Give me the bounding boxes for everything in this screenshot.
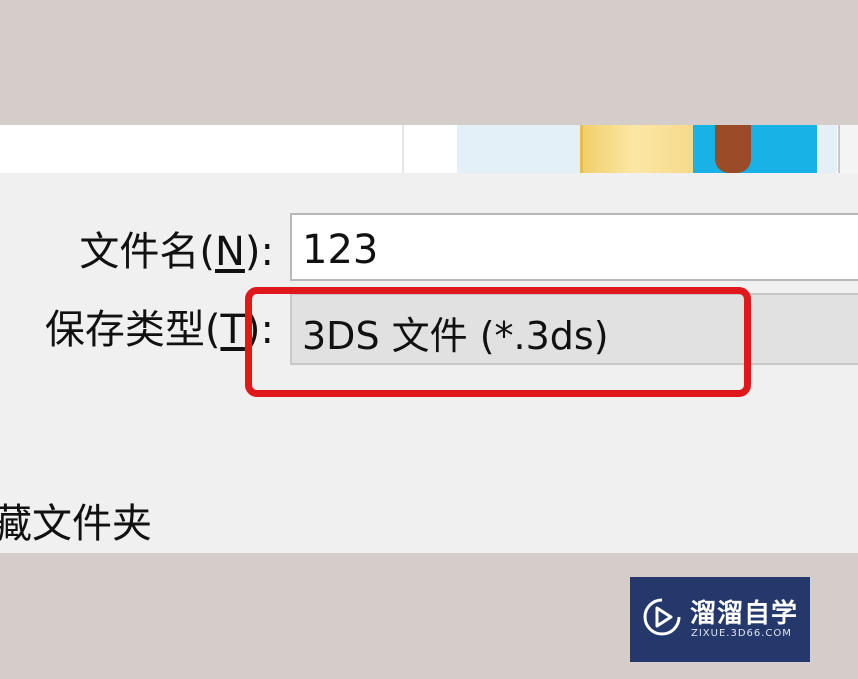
filetype-dropdown[interactable]: 3DS 文件 (*.3ds) [290, 293, 858, 365]
file-list-strip [0, 125, 858, 173]
filename-input[interactable] [290, 213, 858, 281]
top-background [0, 0, 858, 125]
hide-folders-link[interactable]: 藏文件夹 [0, 497, 152, 551]
scrollbar[interactable] [838, 125, 858, 173]
filename-label-end: ): [244, 229, 274, 275]
filetype-label: 保存类型(T): [45, 306, 274, 354]
filetype-selected-value: 3DS 文件 (*.3ds) [302, 314, 609, 358]
filename-label: 文件名(N): [79, 228, 274, 276]
filename-label-text: 文件名( [79, 229, 215, 275]
thumbnail-shape [715, 125, 751, 173]
filename-mnemonic: N [214, 229, 245, 275]
filetype-mnemonic: T [220, 307, 245, 353]
play-icon [643, 598, 681, 636]
image-thumbnail-icon[interactable] [693, 125, 817, 173]
watermark-url: ZIXUE.3D66.COM [691, 628, 792, 639]
filetype-label-text: 保存类型( [44, 307, 221, 353]
watermark-logo: 溜溜自学 ZIXUE.3D66.COM [630, 577, 810, 662]
folder-icon[interactable] [580, 125, 696, 173]
column-divider [402, 125, 404, 173]
watermark-title: 溜溜自学 [690, 599, 799, 629]
filetype-label-end: ): [244, 307, 274, 353]
